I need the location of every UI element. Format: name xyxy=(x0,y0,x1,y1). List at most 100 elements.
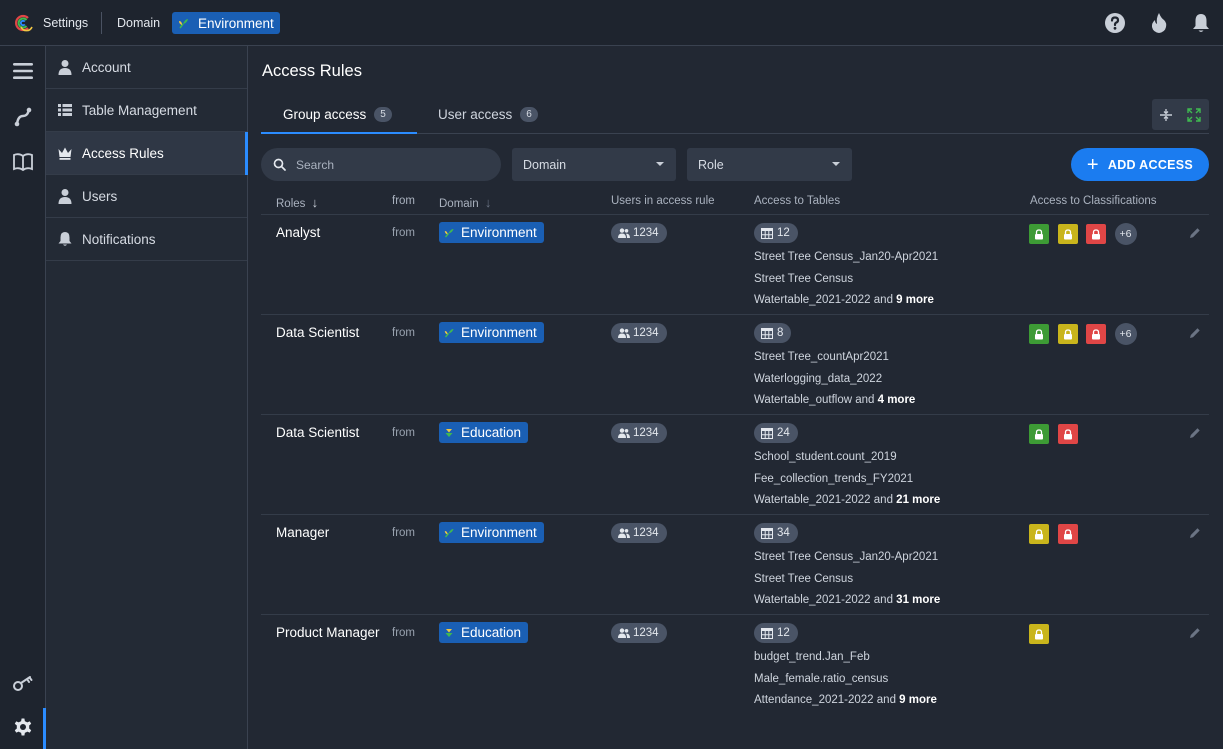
users-count-badge[interactable]: 1234 xyxy=(611,623,667,643)
more-tables-link[interactable]: 31 more xyxy=(896,594,940,606)
table-row[interactable]: Data Scientist from Education 1234 24 School_… xyxy=(261,414,1209,514)
classification-green-lock-badge[interactable] xyxy=(1029,324,1049,344)
breadcrumb-domain[interactable]: Domain xyxy=(117,0,160,46)
column-header-roles[interactable]: Roles ↓ xyxy=(276,195,318,210)
sprout-icon xyxy=(444,228,454,237)
table-row[interactable]: Manager from Environment 1234 34 Street Tree … xyxy=(261,514,1209,614)
table-name: Watertable_2021-2022 xyxy=(754,594,871,606)
lock-icon xyxy=(1091,228,1101,240)
tables-count-badge[interactable]: 8 xyxy=(754,323,792,343)
tab-user-access[interactable]: User access 6 xyxy=(438,96,538,132)
edit-pencil-icon[interactable] xyxy=(1189,227,1201,239)
more-tables-link[interactable]: 4 more xyxy=(878,394,916,406)
column-header-domain[interactable]: Domain ↓ xyxy=(439,195,491,210)
breadcrumb-environment-label: Environment xyxy=(198,15,274,31)
users-count: 1234 xyxy=(633,427,659,439)
classification-red-lock-badge[interactable] xyxy=(1086,324,1106,344)
lock-icon xyxy=(1034,428,1044,440)
add-access-button[interactable]: + ADD ACCESS xyxy=(1071,148,1209,181)
table-row[interactable]: Data Scientist from Environment 1234 8 Street… xyxy=(261,314,1209,414)
key-icon[interactable] xyxy=(12,672,34,694)
sidebar-item-notifications[interactable]: Notifications xyxy=(46,218,247,261)
search-input[interactable] xyxy=(296,148,491,181)
classification-yellow-lock-badge[interactable] xyxy=(1057,224,1078,244)
list-icon xyxy=(58,104,72,116)
lock-icon xyxy=(1034,528,1044,540)
users-count-badge[interactable]: 1234 xyxy=(611,323,667,343)
classification-more-badge[interactable]: +6 xyxy=(1114,223,1137,245)
sidebar-item-users[interactable]: Users xyxy=(46,175,247,218)
more-tables-link[interactable]: 9 more xyxy=(896,294,934,306)
table-name: Street Tree_countApr2021 xyxy=(754,351,889,363)
tables-count-badge[interactable]: 34 xyxy=(754,523,798,543)
sort-down-arrow-icon: ↓ xyxy=(311,195,319,210)
tables-count-badge[interactable]: 12 xyxy=(754,223,798,243)
settings-gear-icon[interactable] xyxy=(12,716,34,738)
education-icon xyxy=(445,428,453,437)
edit-pencil-icon[interactable] xyxy=(1189,627,1201,639)
users-count-badge[interactable]: 1234 xyxy=(611,423,667,443)
sidebar-item-account[interactable]: Account xyxy=(46,46,247,89)
tables-count-badge[interactable]: 12 xyxy=(754,623,798,643)
view-toggle xyxy=(1152,99,1209,130)
tab-group-access[interactable]: Group access 5 xyxy=(283,96,392,132)
classification-red-lock-badge[interactable] xyxy=(1057,424,1078,444)
edit-pencil-icon[interactable] xyxy=(1189,527,1201,539)
sidebar-item-access-rules[interactable]: Access Rules xyxy=(46,132,248,175)
classification-more-badge[interactable]: +6 xyxy=(1114,323,1137,345)
breadcrumb-environment[interactable]: Environment xyxy=(172,12,280,34)
breadcrumb-settings[interactable]: Settings xyxy=(43,0,88,46)
expand-view-button[interactable] xyxy=(1180,99,1208,130)
from-label: from xyxy=(392,227,415,239)
domain-chip[interactable]: Environment xyxy=(439,322,544,343)
classification-yellow-lock-badge[interactable] xyxy=(1057,324,1078,344)
collapse-view-button[interactable] xyxy=(1152,99,1180,130)
table-row[interactable]: Analyst from Environment 1234 12 Street Tree … xyxy=(261,214,1209,314)
classification-red-lock-badge[interactable] xyxy=(1086,224,1106,244)
help-icon[interactable] xyxy=(1104,12,1126,34)
domain-chip[interactable]: Education xyxy=(439,622,529,643)
notification-bell-icon[interactable] xyxy=(1190,12,1212,34)
users-count: 1234 xyxy=(633,627,659,639)
classification-red-lock-badge[interactable] xyxy=(1057,524,1078,544)
more-tables-link[interactable]: 9 more xyxy=(899,694,937,706)
app-logo-icon[interactable] xyxy=(12,12,34,34)
tables-count: 24 xyxy=(777,427,790,439)
tab-count-badge: 5 xyxy=(374,106,392,122)
hamburger-menu-icon[interactable] xyxy=(12,60,34,82)
role-name: Manager xyxy=(276,525,330,540)
users-count-badge[interactable]: 1234 xyxy=(611,223,667,243)
users-count-badge[interactable]: 1234 xyxy=(611,523,667,543)
column-header-tables: Access to Tables xyxy=(754,195,841,207)
search-box[interactable] xyxy=(261,148,501,181)
classification-green-lock-badge[interactable] xyxy=(1029,224,1049,244)
table-row[interactable]: Product Manager from Education 1234 12 budget… xyxy=(261,614,1209,714)
from-label: from xyxy=(392,627,415,639)
edit-pencil-icon[interactable] xyxy=(1189,427,1201,439)
domain-chip[interactable]: Environment xyxy=(439,522,544,543)
edit-pencil-icon[interactable] xyxy=(1189,327,1201,339)
table-name: Street Tree Census xyxy=(754,272,854,285)
classification-green-lock-badge[interactable] xyxy=(1029,424,1049,444)
classification-yellow-lock-badge[interactable] xyxy=(1029,524,1049,544)
domain-chip-label: Environment xyxy=(461,325,537,340)
flame-icon[interactable] xyxy=(1148,12,1170,34)
sprout-icon xyxy=(444,328,454,337)
classification-yellow-lock-badge[interactable] xyxy=(1029,624,1049,644)
plus-icon: + xyxy=(1086,153,1099,176)
left-rail xyxy=(0,46,46,749)
caret-down-icon xyxy=(832,162,840,166)
book-icon[interactable] xyxy=(12,151,34,173)
lineage-icon[interactable] xyxy=(12,106,34,128)
domain-chip[interactable]: Environment xyxy=(439,222,544,243)
table-name: Street Tree Census xyxy=(754,572,854,585)
table-name: Street Tree Census_Jan20-Apr2021 xyxy=(754,251,939,263)
bell-icon xyxy=(58,232,72,246)
more-tables-link[interactable]: 21 more xyxy=(896,494,940,506)
tables-count-badge[interactable]: 24 xyxy=(754,423,798,443)
table-name-last: Watertable_outflow and 4 more xyxy=(754,394,915,406)
sidebar-item-table-management[interactable]: Table Management xyxy=(46,89,247,132)
role-filter-dropdown[interactable]: Role xyxy=(687,148,852,181)
domain-chip[interactable]: Education xyxy=(439,422,529,443)
domain-filter-dropdown[interactable]: Domain xyxy=(512,148,676,181)
